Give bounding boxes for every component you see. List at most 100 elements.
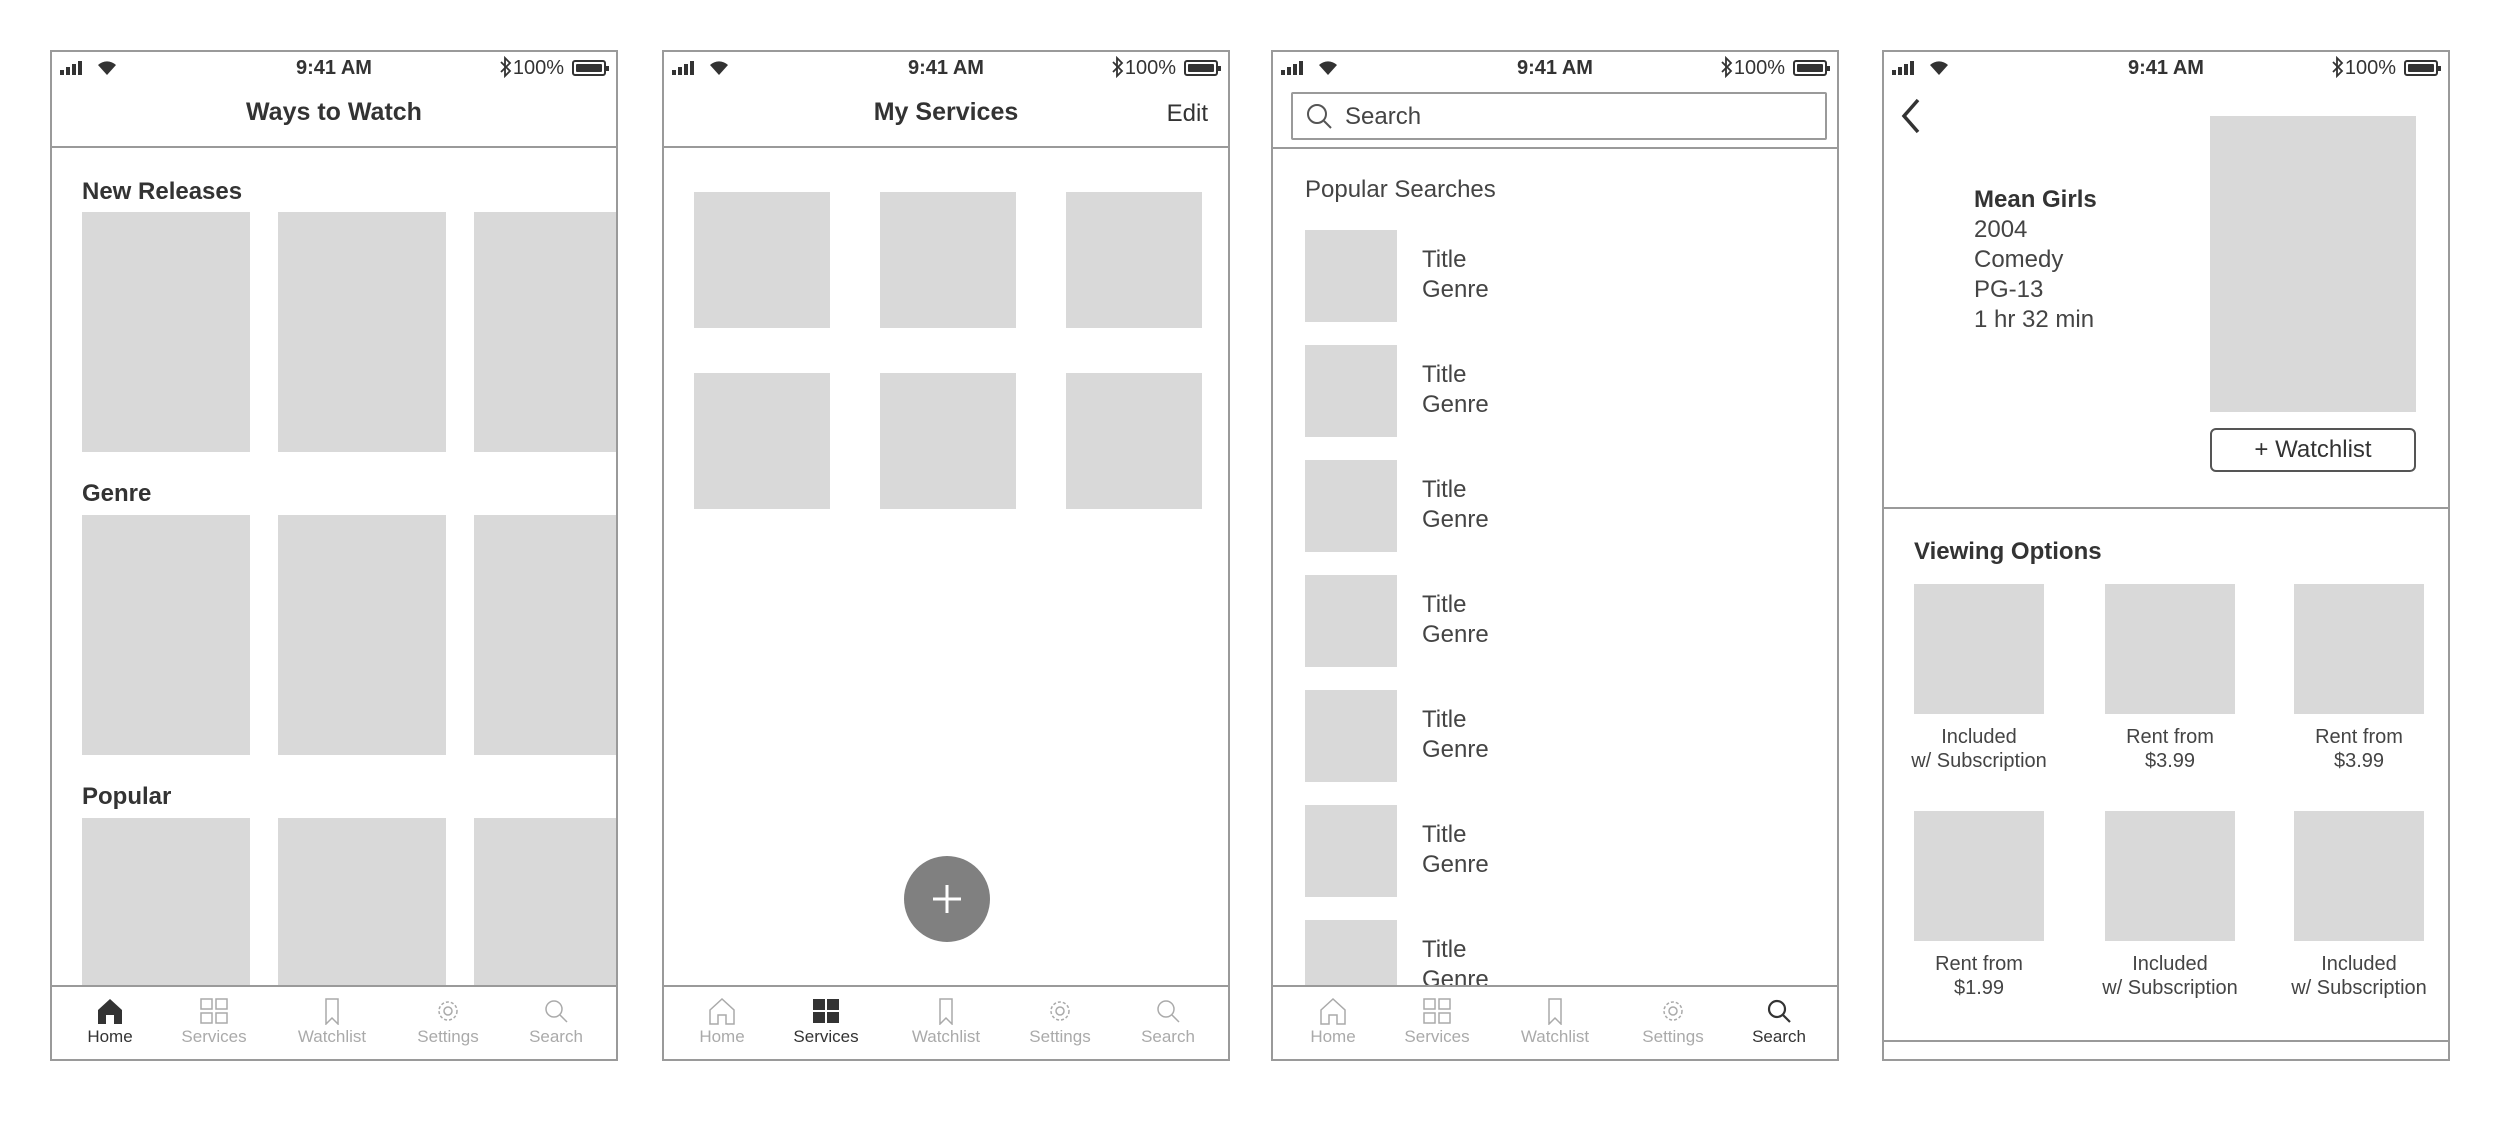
section-title-new-releases: New Releases	[82, 178, 243, 205]
section-title-popular: Popular	[82, 783, 172, 810]
gear-icon	[1663, 1001, 1683, 1021]
grid-icon	[813, 999, 839, 1023]
service-tile[interactable]	[1066, 373, 1202, 509]
home-icon	[98, 999, 122, 1024]
screen-ways-to-watch: 9:41 AM 100% Ways to Watch New Releases …	[50, 50, 618, 1061]
list-item[interactable]: Title Genre	[1305, 460, 1805, 552]
movie-title: Mean Girls	[1974, 186, 2097, 213]
tab-search[interactable]: Search	[1128, 997, 1208, 1047]
tab-label: Home	[87, 1027, 133, 1046]
viewing-option-tile[interactable]	[2105, 584, 2235, 714]
back-chevron-icon[interactable]	[1896, 96, 1926, 136]
poster-tile[interactable]	[474, 515, 616, 755]
service-tile[interactable]	[1066, 192, 1202, 328]
screen-my-services: 9:41 AM 100% My Services Edit Home Servi…	[662, 50, 1230, 1061]
poster-tile[interactable]	[278, 212, 446, 452]
add-service-button[interactable]	[904, 856, 990, 942]
tab-label: Home	[699, 1027, 745, 1046]
page-title: Ways to Watch	[246, 98, 422, 126]
grid-icon	[1423, 998, 1451, 1024]
tab-label: Services	[793, 1027, 859, 1046]
status-bar: 9:41 AM 100%	[1273, 52, 1837, 84]
list-item[interactable]: Title Genre	[1305, 805, 1805, 897]
list-item[interactable]: Title Genre	[1305, 690, 1805, 782]
battery-icon	[572, 60, 609, 76]
tab-settings[interactable]: Settings	[1020, 997, 1100, 1047]
search-input[interactable]: Search	[1291, 92, 1827, 140]
screen-movie-details: 9:41 AM 100% Mean Girls 2004 Comedy PG-1…	[1882, 50, 2450, 1061]
tab-label: Home	[1310, 1027, 1356, 1046]
battery-percent: 100%	[1733, 57, 1785, 79]
tab-label: Watchlist	[1520, 1027, 1590, 1046]
poster-tile[interactable]	[82, 212, 250, 452]
poster-tile[interactable]	[82, 515, 250, 755]
tab-home[interactable]: Home	[70, 997, 150, 1047]
tab-bar: Home Services Watchlist Settings Search	[1273, 985, 1837, 1059]
viewing-option-tile[interactable]	[1914, 584, 2044, 714]
home-icon	[709, 997, 735, 1025]
viewing-option-tile[interactable]	[1914, 811, 2044, 941]
home-icon	[1320, 997, 1346, 1025]
viewing-option-tile[interactable]	[2294, 584, 2424, 714]
tab-search[interactable]: Search	[516, 997, 596, 1047]
viewing-option-label: Rent from $1.99	[1935, 953, 2023, 999]
result-title: Title	[1422, 591, 1467, 618]
service-tile[interactable]	[694, 192, 830, 328]
tab-watchlist[interactable]: Watchlist	[1515, 997, 1595, 1047]
tab-home[interactable]: Home	[682, 997, 762, 1047]
tab-watchlist[interactable]: Watchlist	[906, 997, 986, 1047]
viewing-option-label: Rent from $3.99	[2126, 726, 2214, 772]
list-item[interactable]: Title Genre	[1305, 230, 1805, 322]
tab-watchlist[interactable]: Watchlist	[292, 997, 372, 1047]
poster-tile[interactable]	[278, 515, 446, 755]
divider	[1884, 507, 2448, 509]
service-tile[interactable]	[880, 373, 1016, 509]
list-item[interactable]: Title Genre	[1305, 345, 1805, 437]
battery-icon	[1793, 60, 1830, 76]
tab-settings[interactable]: Settings	[408, 997, 488, 1047]
result-title: Title	[1422, 246, 1467, 273]
search-icon	[1307, 104, 1332, 129]
poster-tile[interactable]	[474, 212, 616, 452]
result-genre: Genre	[1422, 391, 1489, 418]
viewing-option-tile[interactable]	[2294, 811, 2424, 941]
service-tile[interactable]	[694, 373, 830, 509]
movie-genre: Comedy	[1974, 246, 2064, 273]
result-title: Title	[1422, 476, 1467, 503]
section-title-viewing-options: Viewing Options	[1914, 538, 2102, 565]
viewing-option-label: Included w/ Subscription	[1911, 726, 2047, 772]
tab-label: Watchlist	[911, 1027, 981, 1046]
tab-label: Settings	[1029, 1027, 1091, 1046]
tab-bar: Home Services Watchlist Settings Search	[664, 985, 1228, 1059]
edit-button[interactable]: Edit	[1167, 100, 1208, 128]
gear-icon	[438, 1001, 458, 1021]
viewing-option-tile[interactable]	[2105, 811, 2235, 941]
tab-services[interactable]: Services	[174, 997, 254, 1047]
tab-services[interactable]: Services	[1397, 997, 1477, 1047]
divider	[1884, 1040, 2448, 1042]
tab-label: Search	[1141, 1027, 1195, 1046]
thumbnail	[1305, 230, 1397, 322]
battery-icon	[1184, 60, 1221, 76]
tab-search[interactable]: Search	[1739, 997, 1819, 1047]
page-title: My Services	[873, 98, 1019, 126]
gear-icon	[1050, 1001, 1070, 1021]
add-to-watchlist-button[interactable]: + Watchlist	[2210, 428, 2416, 472]
movie-runtime: 1 hr 32 min	[1974, 306, 2095, 333]
tab-settings[interactable]: Settings	[1633, 997, 1713, 1047]
list-item[interactable]: Title Genre	[1305, 575, 1805, 667]
tab-label: Settings	[417, 1027, 479, 1046]
divider	[1273, 147, 1837, 149]
result-genre: Genre	[1422, 621, 1489, 648]
movie-poster	[2210, 116, 2416, 412]
service-tile[interactable]	[880, 192, 1016, 328]
status-bar: 9:41 AM 100%	[1884, 52, 2448, 84]
tab-services[interactable]: Services	[786, 997, 866, 1047]
search-icon	[545, 1000, 568, 1023]
bluetooth-icon	[1721, 56, 1733, 78]
search-icon	[1157, 1000, 1180, 1023]
tab-home[interactable]: Home	[1293, 997, 1373, 1047]
search-placeholder: Search	[1345, 103, 1422, 130]
tab-bar: Home Services Watchlist Settings Search	[52, 985, 616, 1059]
section-title-popular-searches: Popular Searches	[1305, 176, 1496, 203]
